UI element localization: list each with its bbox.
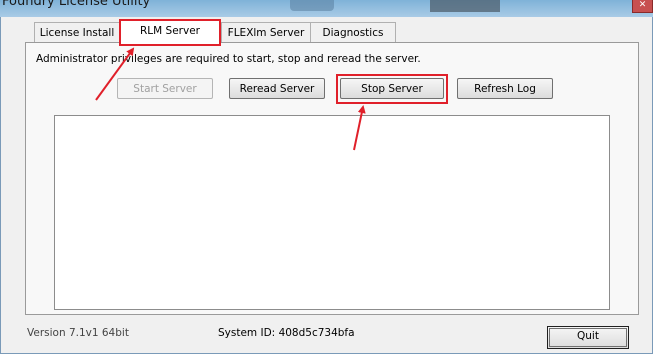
- tab-rlm-server[interactable]: RLM Server: [120, 20, 220, 44]
- title-bar[interactable]: Foundry License Utility ✕: [0, 0, 653, 17]
- titlebar-background-image: [430, 0, 500, 12]
- version-label: Version 7.1v1 64bit: [27, 327, 129, 339]
- tab-license-install[interactable]: License Install: [34, 22, 120, 43]
- system-id: System ID: 408d5c734bfa: [218, 327, 355, 339]
- admin-notice: Administrator privileges are required to…: [36, 53, 421, 65]
- refresh-log-button[interactable]: Refresh Log: [457, 78, 553, 99]
- system-id-value: 408d5c734bfa: [278, 327, 355, 339]
- tab-flexlm-server[interactable]: FLEXlm Server: [221, 22, 311, 43]
- quit-button[interactable]: Quit: [547, 326, 629, 349]
- server-log-textarea[interactable]: [54, 115, 610, 310]
- stop-server-button[interactable]: Stop Server: [340, 78, 444, 99]
- tab-diagnostics[interactable]: Diagnostics: [310, 22, 396, 43]
- titlebar-glass-decoration: [290, 0, 334, 11]
- system-id-label: System ID:: [218, 327, 276, 339]
- window-title: Foundry License Utility: [2, 0, 151, 9]
- reread-server-button[interactable]: Reread Server: [229, 78, 325, 99]
- close-icon[interactable]: ✕: [632, 0, 653, 13]
- start-server-button[interactable]: Start Server: [117, 78, 213, 99]
